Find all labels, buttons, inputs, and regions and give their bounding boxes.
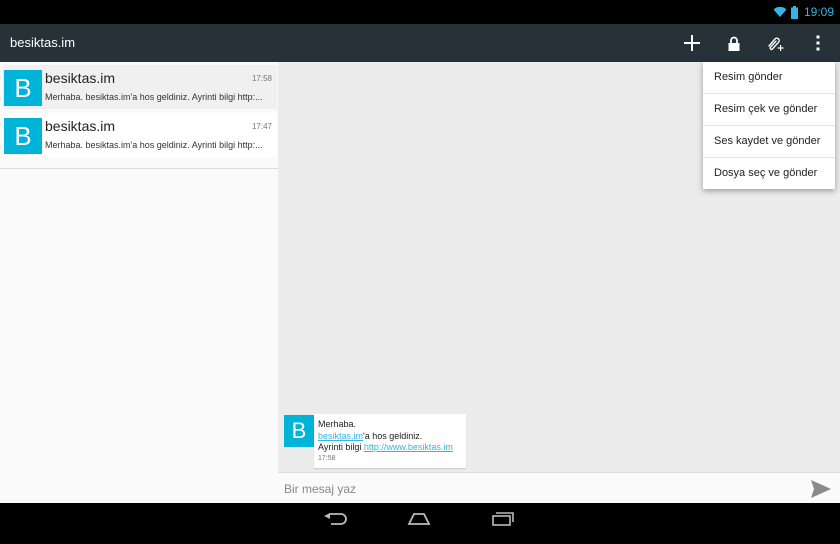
status-bar: 19:09 [0,0,840,24]
back-icon [324,513,347,525]
conversation-title: besiktas.im [10,35,76,50]
divider [0,168,278,169]
attach-icon [768,37,784,51]
send-button[interactable] [808,476,834,502]
action-bar: besiktas.im [0,24,840,62]
add-icon [684,35,700,51]
message-line: Merhaba. [318,419,357,429]
back-button[interactable] [315,503,355,535]
message-line: Ayrinti bilgi http://www.besiktas.im [318,442,453,452]
recent-apps-button[interactable] [483,503,523,535]
menu-item-send-image[interactable]: Resim gönder [703,62,835,94]
send-icon [811,480,831,498]
message-avatar: B [284,415,314,447]
attach-button[interactable] [756,24,794,62]
conversation-item[interactable]: B besiktas.im 17:47 Merhaba. besiktas.im… [3,113,277,157]
message-text: Ayrinti bilgi [318,442,364,452]
conversation-preview: Merhaba. besiktas.im'a hos geldiniz. Ayr… [45,140,263,150]
message-link[interactable]: besiktas.im [318,431,363,441]
menu-item-choose-file-and-send[interactable]: Dosya seç ve gönder [703,158,835,189]
wifi-icon [773,6,787,17]
conversation-name: besiktas.im [45,118,116,134]
attach-menu: Resim gönder Resim çek ve gönder Ses kay… [703,62,835,189]
overflow-menu-button[interactable] [799,24,837,62]
menu-item-record-audio-and-send[interactable]: Ses kaydet ve gönder [703,126,835,158]
avatar: B [4,70,42,106]
composer [278,472,840,504]
message-text: 'a hos geldiniz. [363,431,423,441]
lock-button[interactable] [715,24,753,62]
message-input[interactable] [278,473,804,504]
menu-item-take-photo-and-send[interactable]: Resim çek ve gönder [703,94,835,126]
conversation-name: besiktas.im [45,70,116,86]
home-icon [407,513,431,525]
recent-apps-icon [492,512,514,526]
overflow-menu-icon [816,35,820,51]
status-icons: 19:09 [773,0,834,24]
message-bubble: Merhaba. besiktas.im'a hos geldiniz. Ayr… [314,414,466,468]
conversation-preview: Merhaba. besiktas.im'a hos geldiniz. Ayr… [45,92,263,102]
conversation-time: 17:58 [251,74,272,83]
conversation-time: 17:47 [251,122,272,131]
lock-icon [728,36,740,51]
message-link[interactable]: http://www.besiktas.im [364,442,453,452]
message-line: besiktas.im'a hos geldiniz. [318,431,422,441]
home-button[interactable] [399,503,439,535]
battery-icon [790,5,798,19]
avatar: B [4,118,42,154]
conversation-item[interactable]: B besiktas.im 17:58 Merhaba. besiktas.im… [3,65,277,109]
conversation-list: B besiktas.im 17:58 Merhaba. besiktas.im… [0,62,278,503]
navigation-bar [0,503,840,544]
message-time: 17:58 [318,455,336,462]
add-button[interactable] [673,24,711,62]
clock: 19:09 [803,5,834,19]
